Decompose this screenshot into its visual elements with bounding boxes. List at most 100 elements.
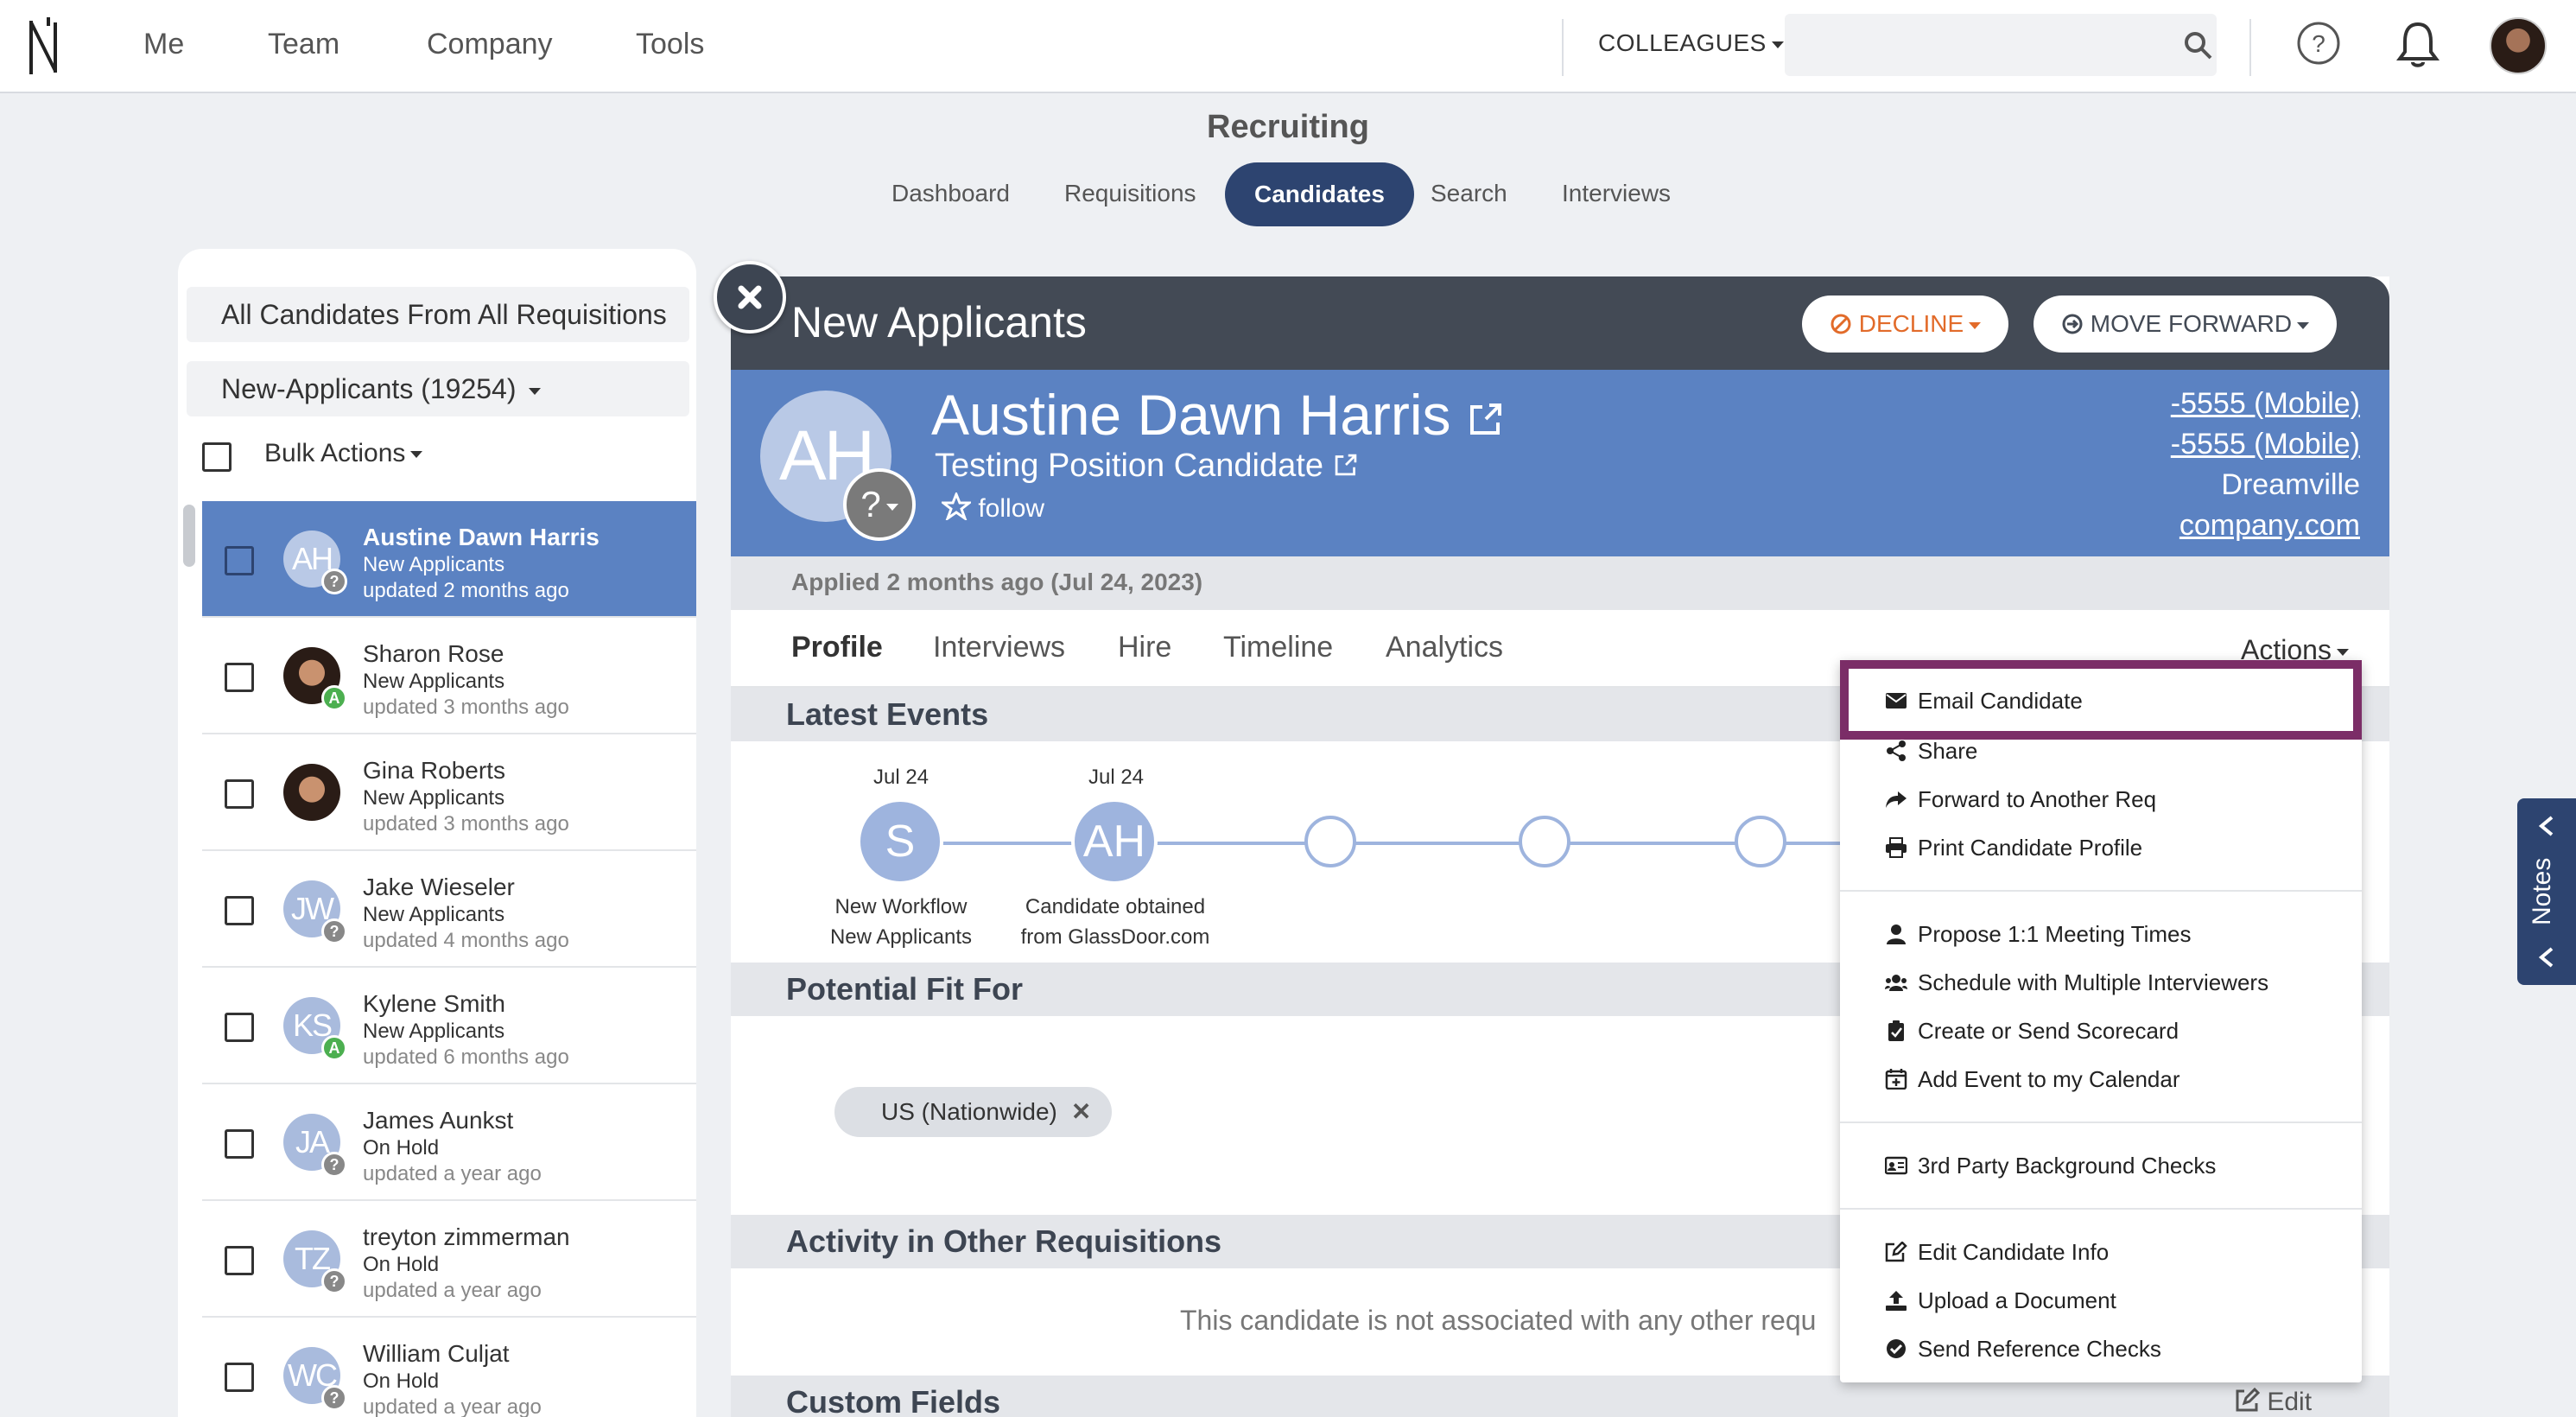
nav-company[interactable]: Company — [427, 28, 553, 61]
menu-item-add-calendar[interactable]: Add Event to my Calendar — [1840, 1058, 2362, 1101]
bulk-select-checkbox[interactable] — [202, 442, 232, 472]
candidate-updated: updated a year ago — [363, 1279, 542, 1302]
external-link-icon[interactable] — [1467, 400, 1505, 438]
candidate-updated: updated a year ago — [363, 1395, 542, 1417]
candidate-checkbox[interactable] — [225, 1246, 254, 1275]
candidate-checkbox[interactable] — [225, 1129, 254, 1159]
chevron-down-icon — [410, 451, 423, 459]
candidate-list-item[interactable]: A Sharon Rose New Applicants updated 3 m… — [202, 618, 696, 734]
candidate-position-link[interactable]: Testing Position Candidate — [935, 448, 1359, 485]
menu-item-scorecard[interactable]: Create or Send Scorecard — [1840, 1009, 2362, 1052]
top-navigation-bar: Me Team Company Tools COLLEAGUES ? — [0, 0, 2576, 93]
menu-item-upload-document[interactable]: Upload a Document — [1840, 1279, 2362, 1322]
tab-interviews[interactable]: Interviews — [933, 631, 1065, 664]
edit-custom-fields-button[interactable]: Edit — [2234, 1387, 2312, 1417]
move-forward-button[interactable]: MOVE FORWARD — [2034, 295, 2338, 353]
menu-item-propose-meeting[interactable]: Propose 1:1 Meeting Times — [1840, 912, 2362, 956]
event-caption: New Workflow New Applicants — [789, 892, 1013, 952]
bulk-actions-dropdown[interactable]: Bulk Actions — [264, 439, 423, 468]
menu-item-schedule-multiple[interactable]: Schedule with Multiple Interviewers — [1840, 961, 2362, 1004]
edit-icon — [1885, 1242, 1907, 1262]
decline-button[interactable]: DECLINE — [1802, 295, 2009, 353]
tab-hire[interactable]: Hire — [1118, 631, 1171, 664]
menu-divider — [1840, 1122, 2362, 1123]
follow-label: follow — [978, 494, 1045, 523]
menu-item-background-checks[interactable]: 3rd Party Background Checks — [1840, 1144, 2362, 1187]
menu-item-edit-info[interactable]: Edit Candidate Info — [1840, 1230, 2362, 1274]
chevron-down-icon — [885, 503, 898, 511]
company-logo-icon[interactable] — [26, 16, 64, 78]
bulk-actions-label: Bulk Actions — [264, 439, 406, 467]
chevron-down-icon — [529, 387, 542, 395]
status-badge: ? — [321, 569, 347, 594]
status-badge: ? — [860, 484, 881, 524]
candidate-name-heading[interactable]: Austine Dawn Harris — [931, 382, 1505, 448]
external-link-icon[interactable] — [1333, 452, 1359, 478]
close-icon — [738, 285, 762, 309]
tab-requisitions[interactable]: Requisitions — [1064, 180, 1196, 207]
follow-button[interactable]: follow — [939, 490, 1045, 524]
nav-team[interactable]: Team — [268, 28, 339, 61]
search-icon[interactable] — [2182, 29, 2213, 60]
candidate-checkbox[interactable] — [225, 1363, 254, 1392]
menu-item-reference-checks[interactable]: Send Reference Checks — [1840, 1327, 2362, 1370]
colleagues-dropdown[interactable]: COLLEAGUES — [1598, 29, 1784, 57]
tab-interviews[interactable]: Interviews — [1562, 180, 1671, 207]
tab-analytics[interactable]: Analytics — [1386, 631, 1503, 664]
event-date: Jul 24 — [872, 766, 930, 789]
close-icon[interactable]: ✕ — [1071, 1087, 1091, 1137]
user-avatar[interactable] — [2490, 17, 2547, 74]
menu-item-label: Create or Send Scorecard — [1918, 1018, 2179, 1044]
menu-item-label: Schedule with Multiple Interviewers — [1918, 969, 2269, 995]
candidate-list-item[interactable]: KS A Kylene Smith New Applicants updated… — [202, 968, 696, 1084]
candidate-list-item[interactable]: JW ? Jake Wieseler New Applicants update… — [202, 851, 696, 968]
notes-side-tab[interactable]: Notes — [2517, 798, 2576, 985]
candidate-checkbox[interactable] — [225, 546, 254, 575]
candidate-updated: updated 3 months ago — [363, 812, 569, 836]
event-node[interactable]: S — [857, 798, 943, 885]
nav-me[interactable]: Me — [143, 28, 184, 61]
tab-profile[interactable]: Profile — [791, 631, 883, 664]
candidate-checkbox[interactable] — [225, 779, 254, 809]
tab-candidates[interactable]: Candidates — [1225, 162, 1414, 226]
candidate-status-dropdown[interactable]: ? — [843, 468, 916, 541]
menu-item-print-profile[interactable]: Print Candidate Profile — [1840, 826, 2362, 869]
event-caption-line: New Applicants — [829, 925, 973, 949]
help-icon[interactable]: ? — [2296, 21, 2341, 66]
section-title: Potential Fit For — [786, 971, 1023, 1007]
candidate-list-item[interactable]: WC ? William Culjat On Hold updated a ye… — [202, 1318, 696, 1417]
candidate-name: Jake Wieseler — [363, 874, 515, 900]
candidate-checkbox[interactable] — [225, 896, 254, 925]
search-input[interactable] — [1785, 14, 2217, 76]
candidate-list-item[interactable]: TZ ? treyton zimmerman On Hold updated a… — [202, 1201, 696, 1318]
candidate-stage: New Applicants — [363, 903, 505, 926]
tab-timeline[interactable]: Timeline — [1223, 631, 1333, 664]
bell-icon[interactable] — [2395, 19, 2441, 69]
candidate-list-item[interactable]: Gina Roberts New Applicants updated 3 mo… — [202, 734, 696, 851]
requisition-filter-dropdown[interactable]: All Candidates From All Requisitions — [187, 287, 689, 342]
phone-link[interactable]: -5555 (Mobile) — [2171, 387, 2360, 421]
event-node[interactable]: AH — [1071, 798, 1158, 885]
candidate-name: Sharon Rose — [363, 640, 504, 667]
move-forward-label: MOVE FORWARD — [2090, 310, 2293, 337]
chevron-down-icon — [1771, 41, 1784, 48]
ban-icon — [1830, 314, 1851, 334]
stage-filter-dropdown[interactable]: New-Applicants (19254) — [187, 361, 689, 416]
candidate-list-item[interactable]: AH ? Austine Dawn Harris New Applicants … — [202, 501, 696, 618]
tab-dashboard[interactable]: Dashboard — [891, 180, 1010, 207]
status-badge: ? — [321, 1385, 347, 1411]
candidate-stage: On Hold — [363, 1253, 440, 1276]
phone-link[interactable]: -5555 (Mobile) — [2171, 428, 2360, 461]
menu-item-forward-req[interactable]: Forward to Another Req — [1840, 778, 2362, 821]
panel-title: New Applicants — [791, 298, 1087, 346]
website-link[interactable]: company.com — [2179, 509, 2360, 543]
close-panel-button[interactable] — [714, 261, 786, 334]
list-scrollbar[interactable] — [183, 505, 195, 567]
nav-tools[interactable]: Tools — [636, 28, 704, 61]
potential-fit-chip: US (Nationwide) ✕ — [834, 1087, 1113, 1137]
candidate-checkbox[interactable] — [225, 663, 254, 692]
tab-search[interactable]: Search — [1431, 180, 1507, 207]
candidate-list-item[interactable]: JA ? James Aunkst On Hold updated a year… — [202, 1084, 696, 1201]
candidate-checkbox[interactable] — [225, 1013, 254, 1042]
status-badge: ? — [321, 1268, 347, 1294]
